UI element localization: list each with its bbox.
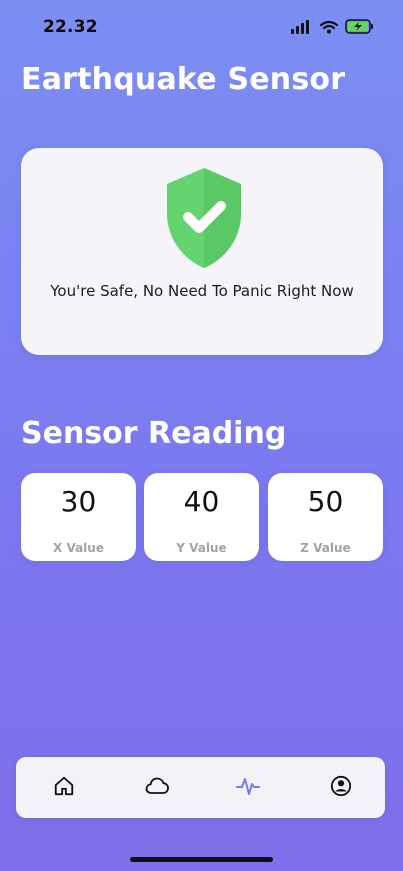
sensor-readings: 30 X Value 40 Y Value 50 Z Value <box>21 473 383 561</box>
activity-icon <box>236 775 260 801</box>
z-value-label: Z Value <box>300 541 351 555</box>
nav-profile-button[interactable] <box>328 775 354 801</box>
status-bar: 22.32 <box>0 0 403 52</box>
x-value: 30 <box>60 485 97 518</box>
y-value-card: 40 Y Value <box>144 473 259 561</box>
cloud-icon <box>145 777 169 799</box>
nav-activity-button[interactable] <box>235 775 261 801</box>
wifi-icon <box>319 19 339 38</box>
signal-icon <box>291 19 311 38</box>
z-value-card: 50 Z Value <box>268 473 383 561</box>
app-title: Earthquake Sensor <box>21 62 346 97</box>
status-icons <box>291 17 377 37</box>
home-indicator <box>130 857 273 862</box>
x-value-card: 30 X Value <box>21 473 136 561</box>
nav-home-button[interactable] <box>51 775 77 801</box>
safety-message: You're Safe, No Need To Panic Right Now <box>50 282 354 300</box>
z-value: 50 <box>307 485 344 518</box>
nav-weather-button[interactable] <box>144 775 170 801</box>
home-icon <box>53 775 75 801</box>
x-value-label: X Value <box>53 541 104 555</box>
y-value-label: Y Value <box>176 541 227 555</box>
status-time: 22.32 <box>43 17 98 37</box>
shield-check-icon <box>161 166 247 270</box>
safety-card: You're Safe, No Need To Panic Right Now <box>21 148 383 355</box>
sensor-reading-title: Sensor Reading <box>21 416 287 451</box>
battery-charging-icon <box>345 19 375 38</box>
user-icon <box>330 775 352 801</box>
bottom-navigation <box>16 757 385 818</box>
y-value: 40 <box>183 485 220 518</box>
